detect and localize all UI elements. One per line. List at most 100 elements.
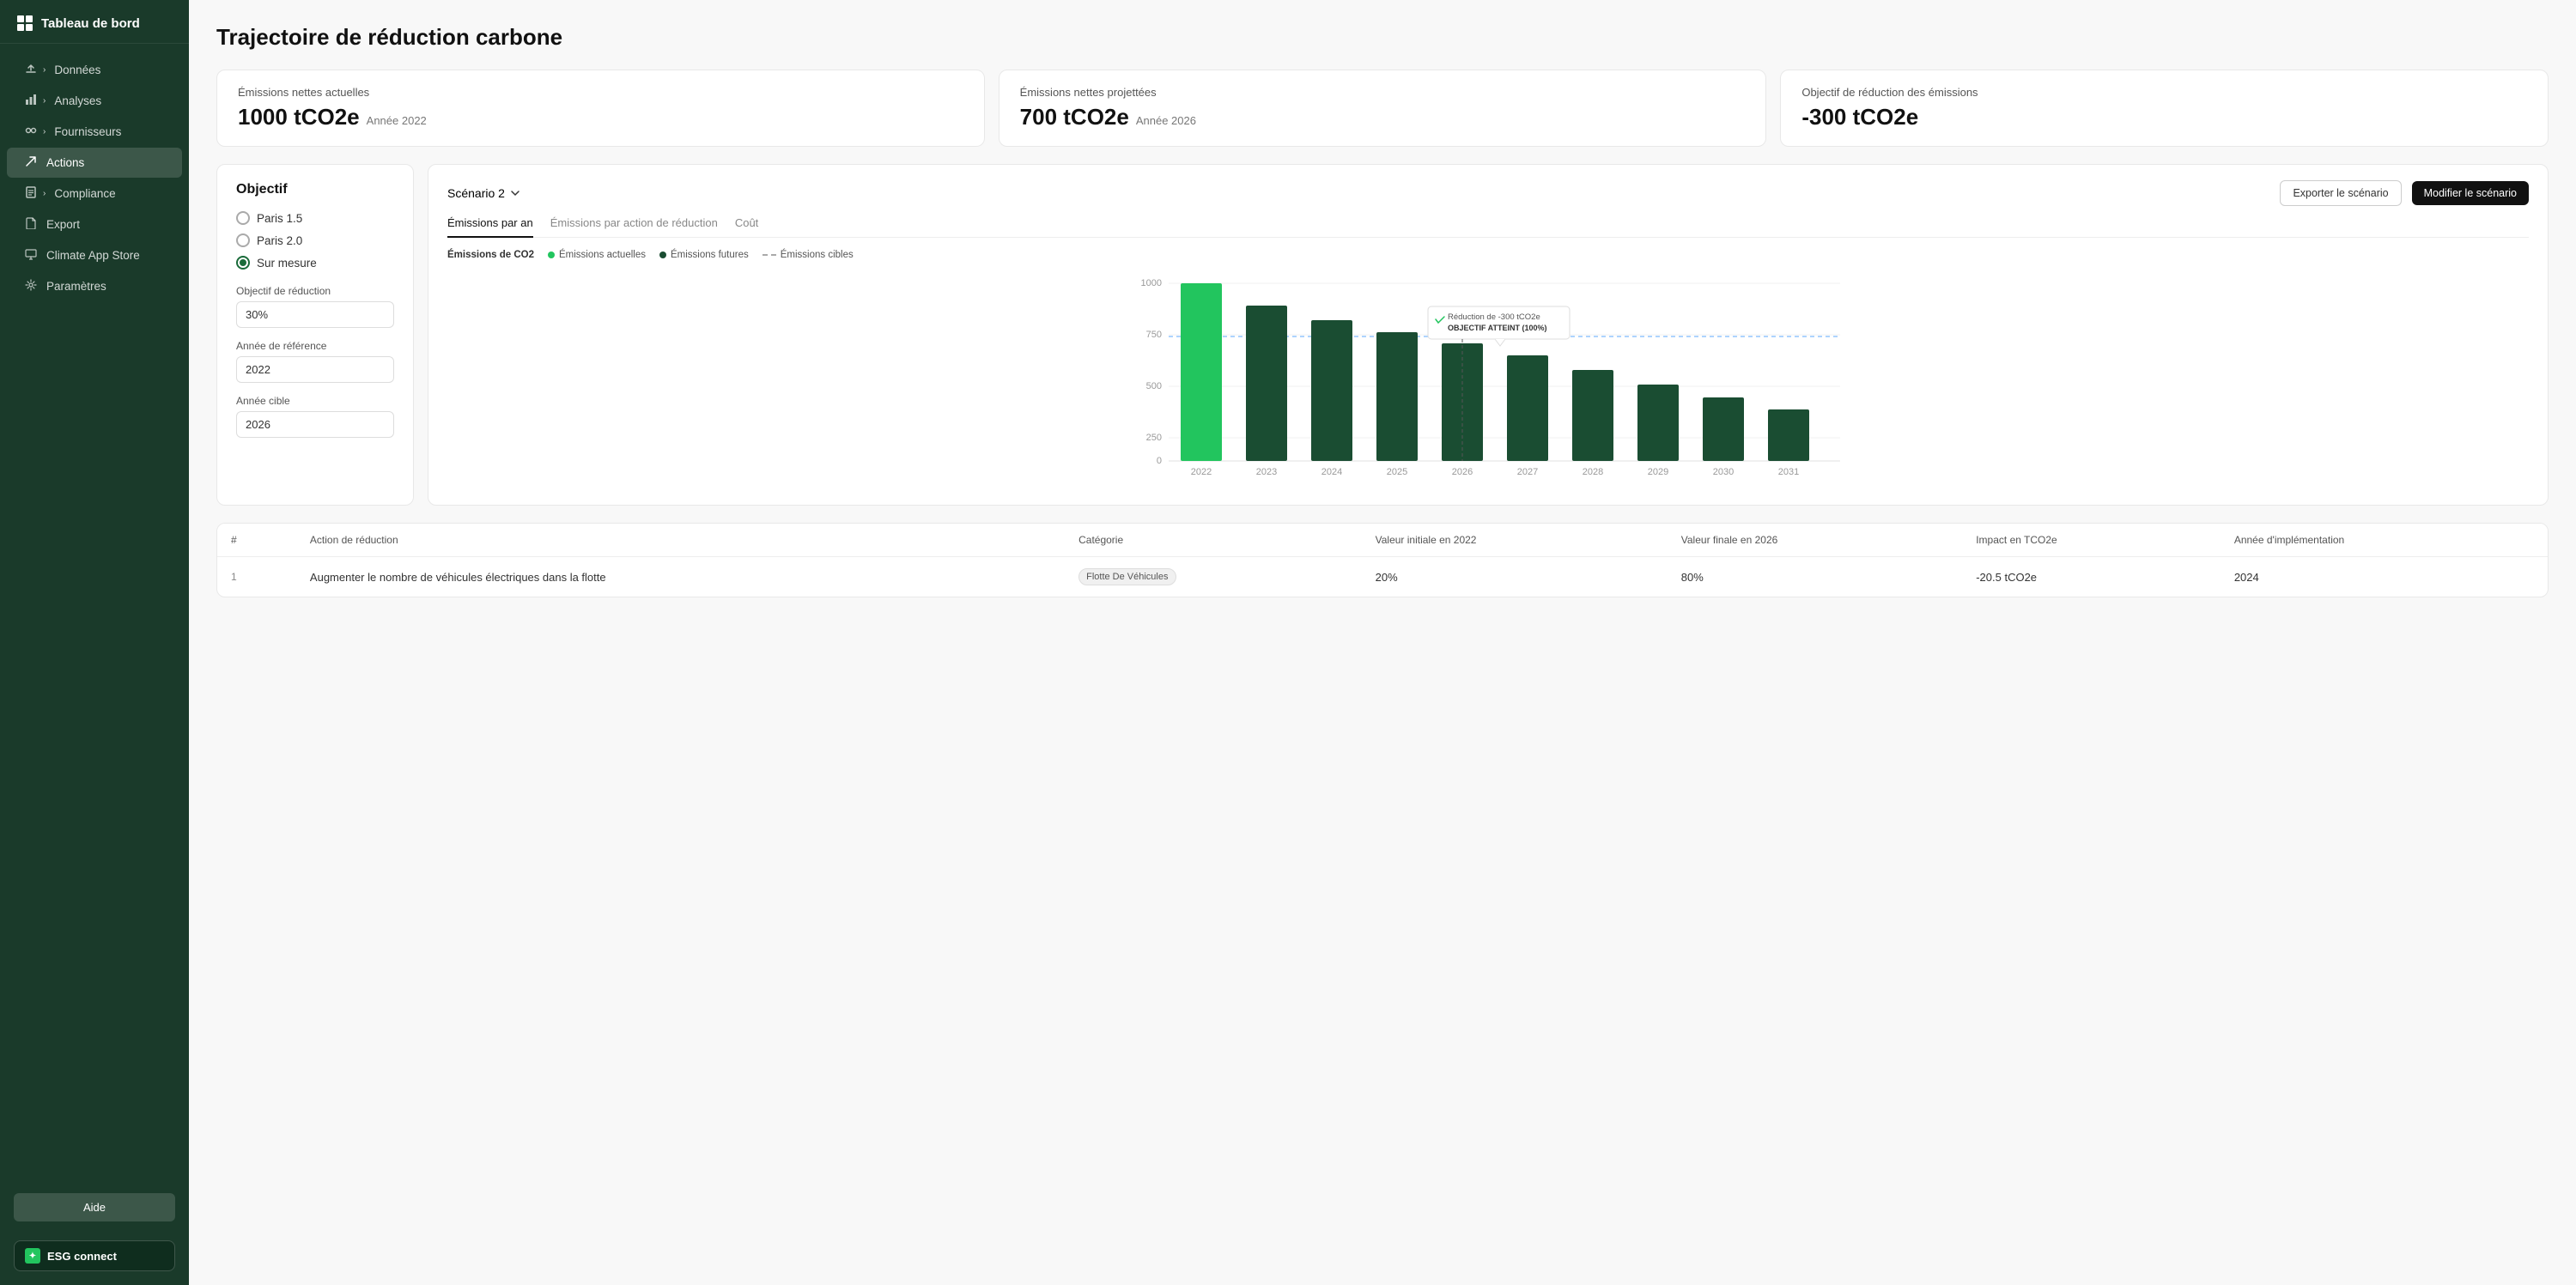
legend-title: Émissions de CO2 (447, 250, 534, 260)
esg-badge[interactable]: ✦ ESG connect (14, 1240, 175, 1271)
scenario-label: Scénario 2 (447, 186, 505, 200)
sidebar-item-label: Climate App Store (46, 249, 140, 262)
sidebar-item-climate[interactable]: Climate App Store (7, 240, 182, 270)
bar-2028 (1572, 370, 1613, 461)
sidebar-item-donnees[interactable]: › Données (7, 55, 182, 85)
chevron-down-icon (510, 188, 520, 198)
legend-label: Émissions actuelles (559, 250, 646, 260)
sidebar-item-label: Données (54, 64, 100, 76)
radio-paris20[interactable]: Paris 2.0 (236, 233, 394, 247)
table-row: 1 Augmenter le nombre de véhicules élect… (217, 557, 2548, 597)
content-row: Objectif Paris 1.5 Paris 2.0 Sur mesure … (216, 164, 2549, 506)
bar-2023 (1246, 306, 1287, 461)
legend-line-cibles (762, 254, 776, 256)
radio-circle-checked (236, 256, 250, 270)
radio-paris15[interactable]: Paris 1.5 (236, 211, 394, 225)
sidebar-nav: › Données › Analyses › (0, 44, 189, 1183)
th-annee: Année d'implémentation (2221, 524, 2548, 557)
field-label: Année cible (236, 395, 394, 407)
sidebar-item-export[interactable]: Export (7, 209, 182, 239)
kpi-value-2: -300 tCO2e (1801, 104, 2527, 130)
bar-2029 (1637, 385, 1679, 461)
sidebar-logo[interactable]: Tableau de bord (0, 0, 189, 44)
sidebar-item-label: Paramètres (46, 280, 106, 293)
sidebar-item-actions[interactable]: Actions (7, 148, 182, 178)
svg-text:OBJECTIF ATTEINT (100%): OBJECTIF ATTEINT (100%) (1448, 324, 1547, 332)
radio-surmesure[interactable]: Sur mesure (236, 256, 394, 270)
help-section: Aide (0, 1183, 189, 1232)
grid-icon (17, 15, 33, 31)
legend-dot-futures (659, 252, 666, 258)
svg-text:250: 250 (1146, 433, 1162, 443)
sidebar-item-analyses[interactable]: › Analyses (7, 86, 182, 116)
kpi-card-1: Émissions nettes projettées 700 tCO2e An… (999, 70, 1767, 147)
bar-2031 (1768, 409, 1809, 461)
bar-2030 (1703, 397, 1744, 461)
tab-cout[interactable]: Coût (735, 216, 758, 238)
sidebar-logo-label: Tableau de bord (41, 16, 140, 31)
chevron-icon: › (43, 65, 46, 75)
cell-valeur-initiale: 20% (1362, 557, 1668, 597)
arrow-icon (24, 155, 38, 170)
cell-annee: 2024 (2221, 557, 2548, 597)
sidebar-item-fournisseurs[interactable]: › Fournisseurs (7, 117, 182, 147)
annee-reference-input[interactable] (236, 356, 394, 383)
svg-text:Réduction de -300 tCO2e: Réduction de -300 tCO2e (1448, 312, 1540, 322)
sidebar-item-compliance[interactable]: › Compliance (7, 179, 182, 209)
chevron-icon: › (43, 127, 46, 136)
monitor-icon (24, 248, 38, 263)
chart-header: Scénario 2 Exporter le scénario Modifier… (447, 180, 2529, 206)
chart-legend: Émissions de CO2 Émissions actuelles Émi… (447, 250, 2529, 260)
svg-text:2027: 2027 (1517, 467, 1538, 477)
th-action: Action de réduction (296, 524, 1065, 557)
field-objectif-reduction: Objectif de réduction (236, 285, 394, 328)
svg-text:2023: 2023 (1256, 467, 1277, 477)
help-button[interactable]: Aide (14, 1193, 175, 1221)
sidebar-footer: ✦ ESG connect (0, 1232, 189, 1285)
esg-icon: ✦ (25, 1248, 40, 1264)
kpi-card-0: Émissions nettes actuelles 1000 tCO2e An… (216, 70, 985, 147)
svg-text:1000: 1000 (1141, 278, 1162, 288)
sidebar-item-label: Analyses (54, 94, 101, 107)
sidebar-item-parametres[interactable]: Paramètres (7, 271, 182, 301)
main-content: Trajectoire de réduction carbone Émissio… (189, 0, 2576, 1285)
bar-chart: 1000 750 500 250 0 (447, 270, 2529, 489)
objectif-reduction-input[interactable] (236, 301, 394, 328)
upload-icon (24, 63, 38, 77)
th-valeur-initiale: Valeur initiale en 2022 (1362, 524, 1668, 557)
cell-impact: -20.5 tCO2e (1962, 557, 2221, 597)
modify-scenario-button[interactable]: Modifier le scénario (2412, 181, 2529, 205)
objectif-panel: Objectif Paris 1.5 Paris 2.0 Sur mesure … (216, 164, 414, 506)
svg-text:500: 500 (1146, 381, 1162, 391)
document-list-icon (24, 186, 38, 201)
chevron-icon: › (43, 96, 46, 106)
bar-2025 (1376, 332, 1418, 461)
sidebar-item-label: Compliance (54, 187, 115, 200)
legend-cibles: Émissions cibles (762, 250, 854, 260)
legend-label: Émissions futures (671, 250, 749, 260)
tab-par-action[interactable]: Émissions par action de réduction (550, 216, 718, 238)
kpi-card-2: Objectif de réduction des émissions -300… (1780, 70, 2549, 147)
annee-cible-input[interactable] (236, 411, 394, 438)
field-label: Objectif de réduction (236, 285, 394, 297)
legend-actuelles: Émissions actuelles (548, 250, 646, 260)
link-icon (24, 124, 38, 139)
scenario-selector[interactable]: Scénario 2 (447, 186, 520, 200)
bar-2024 (1311, 320, 1352, 461)
field-annee-reference: Année de référence (236, 340, 394, 383)
svg-text:2029: 2029 (1648, 467, 1668, 477)
table-header-row: # Action de réduction Catégorie Valeur i… (217, 524, 2548, 557)
tab-par-an[interactable]: Émissions par an (447, 216, 533, 238)
legend-futures: Émissions futures (659, 250, 749, 260)
sidebar: Tableau de bord › Données › Analyses (0, 0, 189, 1285)
bar-2022 (1181, 283, 1222, 461)
svg-text:2024: 2024 (1321, 467, 1342, 477)
chart-svg: 1000 750 500 250 0 (447, 270, 2529, 485)
export-scenario-button[interactable]: Exporter le scénario (2280, 180, 2401, 206)
th-impact: Impact en TCO2e (1962, 524, 2221, 557)
svg-text:750: 750 (1146, 330, 1162, 340)
category-tag: Flotte De Véhicules (1078, 568, 1176, 585)
legend-label: Émissions cibles (781, 250, 854, 260)
sidebar-item-label: Fournisseurs (54, 125, 121, 138)
radio-circle (236, 211, 250, 225)
